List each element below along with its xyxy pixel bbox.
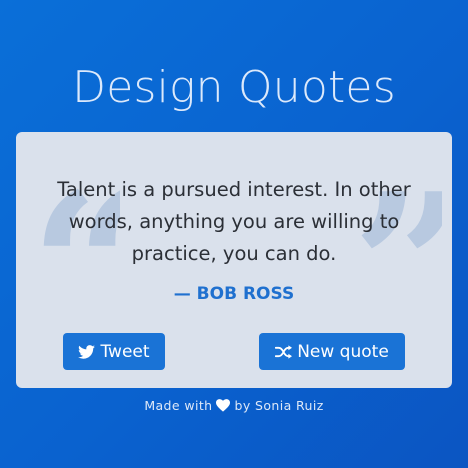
tweet-button[interactable]: Tweet: [63, 333, 165, 370]
page-title: Design Quotes: [72, 62, 396, 113]
quote-author: — BOB ROSS: [173, 284, 295, 304]
heart-icon: [216, 398, 231, 418]
new-quote-button-label: New quote: [297, 341, 389, 362]
shuffle-icon: [275, 344, 293, 359]
quote-card: “ ” Talent is a pursued interest. In oth…: [16, 132, 452, 388]
twitter-icon: [78, 344, 96, 359]
footer-author: by Sonia Ruiz: [234, 398, 324, 413]
new-quote-button[interactable]: New quote: [259, 333, 405, 370]
quote-text: Talent is a pursued interest. In other w…: [57, 178, 411, 265]
footer-made-with: Made with: [144, 398, 213, 413]
tweet-button-label: Tweet: [100, 341, 150, 362]
footer-credit: Made with by Sonia Ruiz: [0, 396, 468, 418]
